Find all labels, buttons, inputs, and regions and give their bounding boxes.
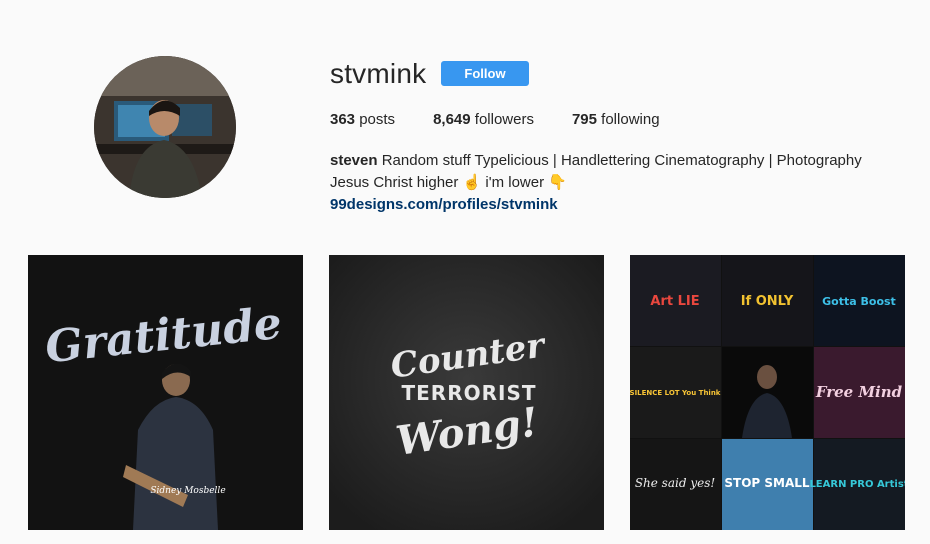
post-3-tile-3: Gotta Boost (822, 295, 896, 308)
followers-label: followers (474, 111, 534, 128)
posts-count: 363 (330, 111, 356, 128)
post-3-tile-4: SILENCE LOT You Think (630, 389, 721, 397)
post-thumbnail-1[interactable]: Gratitude Sidney Mosbelle (28, 255, 303, 530)
following-label: following (601, 111, 660, 128)
profile-avatar[interactable] (94, 56, 236, 198)
profile-bio: steven Random stuff Typelicious | Handle… (330, 150, 910, 216)
following-stat[interactable]: 795 following (572, 111, 660, 128)
follow-button[interactable]: Follow (441, 61, 529, 86)
post-1-signature: Sidney Mosbelle (150, 486, 225, 496)
bio-description: Random stuff Typelicious | Handlettering… (381, 152, 862, 169)
following-count: 795 (571, 111, 597, 128)
bio-name: steven (330, 152, 378, 169)
followers-stat[interactable]: 8,649 followers (433, 111, 534, 128)
bio-link[interactable]: 99designs.com/profiles/stvmink (330, 194, 910, 216)
posts-label: posts (359, 111, 396, 128)
post-thumbnail-2[interactable]: Counter TERRORIST Wong! (329, 255, 604, 530)
post-3-tile-2: If ONLY (741, 294, 794, 309)
post-thumbnail-3[interactable]: Art LIE If ONLY Gotta Boost SILENCE LOT … (630, 255, 905, 530)
post-3-tile-7: She said yes! (635, 476, 716, 490)
profile-stats: 363 posts 8,649 followers 795 following (330, 111, 698, 128)
post-3-tile-1: Art LIE (650, 294, 699, 309)
followers-count: 8,649 (433, 111, 471, 128)
bio-line-1: steven Random stuff Typelicious | Handle… (330, 150, 910, 172)
bio-line-2: Jesus Christ higher ☝ i'm lower 👇 (330, 174, 567, 191)
post-3-tile-8: STOP SMALL (724, 476, 810, 490)
post-3-tile-6: Free Mind (815, 383, 903, 401)
profile-username: stvmink (330, 58, 427, 89)
posts-stat: 363 posts (330, 111, 395, 128)
post-3-tile-9: LEARN PRO Artist (809, 479, 905, 490)
